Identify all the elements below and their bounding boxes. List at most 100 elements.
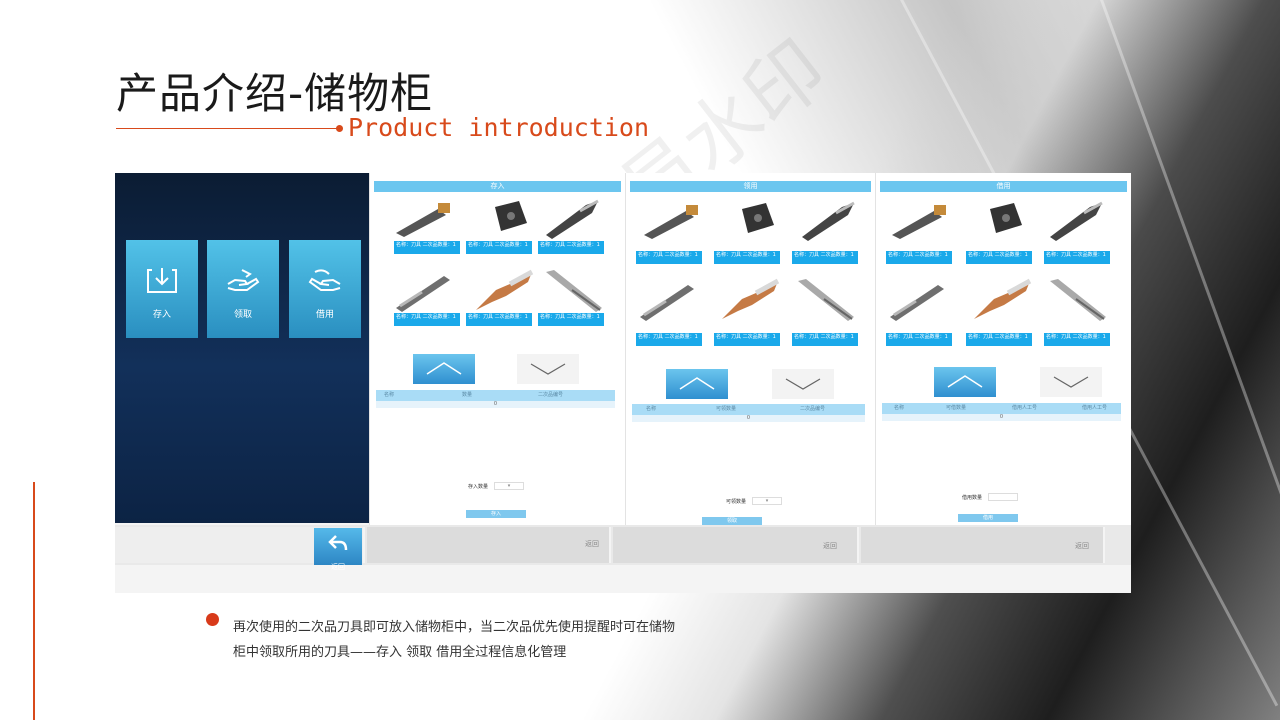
table-header: 名称 数量 二次品编号 [376,390,615,401]
tool-label: 名称：刀具 二次品数量：1 [966,333,1032,346]
bullet-dot [206,613,219,626]
column-header: 名称 [646,406,657,412]
title-dot [336,125,343,132]
screenshot-panel: 存入 领取 借用 存入 名称：刀具 二次品数量：1 名称：刀具 二次品数量：1 … [115,173,1131,593]
page-subtitle: Product introduction [348,113,650,142]
left-accent-rule [33,482,35,720]
holder-tool-image[interactable] [888,197,956,241]
table-row[interactable]: 0 [882,414,1121,421]
page-up-button[interactable] [666,369,728,399]
tool-label: 名称：刀具 二次品数量：1 [714,333,780,346]
insert-tool-image[interactable] [722,197,790,241]
endmill-tool-image[interactable] [392,268,460,312]
title-underline [116,128,338,129]
borrow-screen: 借用 名称：刀具 二次品数量：1 名称：刀具 二次品数量：1 名称：刀具 二次品… [875,173,1131,525]
back-label[interactable]: 返回 [823,541,837,551]
screen-header: 领用 [630,181,871,192]
deposit-confirm-button[interactable]: 存入 [466,510,526,518]
tool-label: 名称：刀具 二次品数量：1 [966,251,1032,264]
column-header: 借用人工号 [1012,405,1038,411]
page-up-button[interactable] [934,367,996,397]
column-header: 借用人工号 [1082,405,1108,411]
page-title: 产品介绍-储物柜 [116,69,434,118]
receive-label: 领取 [233,310,252,320]
tool-label: 名称：刀具 二次品数量：1 [1044,333,1110,346]
reamer-tool-image[interactable] [1046,277,1114,321]
table-row[interactable]: 0 [376,401,615,408]
bottom-segment: 返回 [613,527,859,563]
column-header: 可借数量 [946,405,967,411]
home-screen: 存入 领取 借用 [115,173,369,523]
column-header: 二次品编号 [800,406,826,412]
column-header: 名称 [384,392,395,398]
holder-tool-image[interactable] [392,195,460,239]
description-line-2: 柜中领取所用的刀具——存入 领取 借用全过程信息化管理 [233,645,567,660]
chevron-down-icon [785,378,821,390]
insert-tool-image[interactable] [970,197,1038,241]
back-label[interactable]: 返回 [1075,541,1089,551]
tool-label: 名称：刀具 二次品数量：1 [714,251,780,264]
borrow-label: 借用 [315,310,334,320]
tool-label: 名称：刀具 二次品数量：1 [538,241,604,254]
table-row[interactable]: 0 [632,415,865,422]
deposit-screen: 存入 名称：刀具 二次品数量：1 名称：刀具 二次品数量：1 名称：刀具 二次品… [369,173,625,525]
qty-input[interactable]: ▾ [494,482,524,490]
insert-tool-image[interactable] [475,195,543,239]
tool-label: 名称：刀具 二次品数量：1 [466,313,532,326]
tool-label: 名称：刀具 二次品数量：1 [886,251,952,264]
qty-label: 存入数量 [468,484,489,490]
receive-confirm-button[interactable]: 领取 [702,517,762,525]
column-header: 可领数量 [716,406,737,412]
tool-label: 名称：刀具 二次品数量：1 [636,251,702,264]
bottom-bar: 返回 返回 返回 返回 [115,525,1131,571]
deposit-tile[interactable]: 存入 [126,240,198,338]
drill-tool-image[interactable] [798,197,866,241]
holder-tool-image[interactable] [640,197,708,241]
reamer-tool-image[interactable] [542,268,610,312]
endmill-tool-image[interactable] [636,277,704,321]
page-down-button[interactable] [1040,367,1102,397]
drill-tool-image[interactable] [542,195,610,239]
receive-hand-icon [227,269,260,291]
reamer-tool-image[interactable] [794,277,862,321]
tool-label: 名称：刀具 二次品数量：1 [466,241,532,254]
back-arrow-icon [328,535,348,551]
borrow-confirm-button[interactable]: 借用 [958,514,1018,522]
tool-label: 名称：刀具 二次品数量：1 [886,333,952,346]
receive-tile[interactable]: 领取 [207,240,279,338]
borrow-tile[interactable]: 借用 [289,240,361,338]
column-header: 二次品编号 [538,392,564,398]
twist-drill-tool-image[interactable] [470,268,538,312]
description-line-1: 再次使用的二次品刀具即可放入储物柜中，当二次品优先使用提醒时可在储物 [233,620,676,635]
qty-input[interactable] [988,493,1018,501]
tool-label: 名称：刀具 二次品数量：1 [394,313,460,326]
back-label[interactable]: 返回 [585,539,599,549]
tool-label: 名称：刀具 二次品数量：1 [792,333,858,346]
chevron-down-icon [1053,376,1089,388]
endmill-tool-image[interactable] [886,277,954,321]
qty-label: 可领数量 [726,499,747,505]
tool-label: 名称：刀具 二次品数量：1 [538,313,604,326]
borrow-hand-icon [308,269,341,291]
tool-label: 名称：刀具 二次品数量：1 [792,251,858,264]
page-up-button[interactable] [413,354,475,384]
table-header: 名称 可借数量 借用人工号 借用人工号 [882,403,1121,414]
tool-label: 名称：刀具 二次品数量：1 [394,241,460,254]
twist-drill-tool-image[interactable] [968,277,1036,321]
twist-drill-tool-image[interactable] [716,277,784,321]
back-button[interactable]: 返回 [314,528,362,571]
qty-input[interactable]: ▾ [752,497,782,505]
back-label: 返回 [331,563,345,571]
chevron-up-icon [947,375,983,388]
table-header: 名称 可领数量 二次品编号 [632,404,865,415]
page-down-button[interactable] [772,369,834,399]
bottom-segment: 返回 [861,527,1105,563]
page-down-button[interactable] [517,354,579,384]
screen-header: 存入 [374,181,621,192]
chevron-up-icon [679,377,715,390]
chevron-down-icon [530,363,566,375]
drill-tool-image[interactable] [1046,197,1114,241]
receive-screen: 领用 名称：刀具 二次品数量：1 名称：刀具 二次品数量：1 名称：刀具 二次品… [625,173,875,525]
deposit-label: 存入 [152,310,171,320]
bottom-segment: 返回 [367,527,611,563]
